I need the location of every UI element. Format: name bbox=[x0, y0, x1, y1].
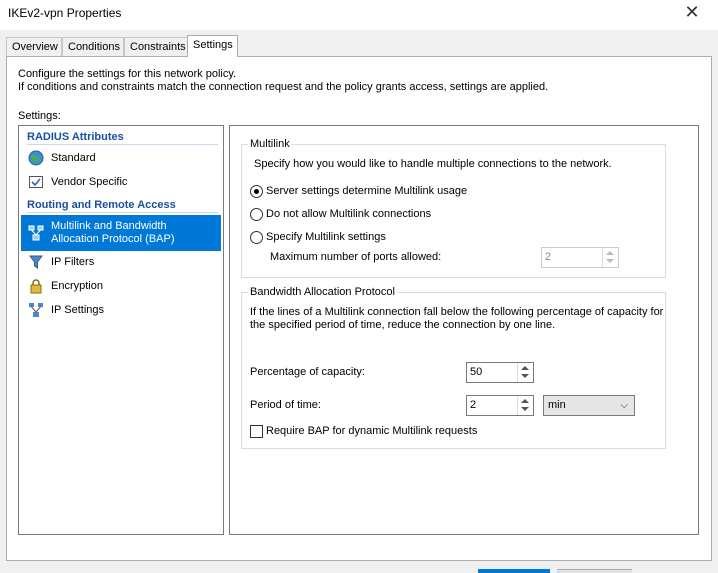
category-label: Routing and Remote Access bbox=[27, 199, 176, 211]
percentage-label: Percentage of capacity: bbox=[250, 366, 365, 378]
period-value: 2 bbox=[470, 399, 477, 411]
bap-description-line-1: If the lines of a Multilink connection f… bbox=[250, 306, 664, 318]
globe-icon bbox=[28, 150, 44, 166]
sidebar-item-label: IP Filters bbox=[51, 256, 95, 268]
bap-group-title: Bandwidth Allocation Protocol bbox=[248, 286, 397, 298]
arrow-down-icon bbox=[521, 374, 529, 378]
stepper-arrows[interactable] bbox=[517, 363, 533, 382]
sidebar-item-label-line-1: Multilink and Bandwidth bbox=[51, 220, 167, 232]
network-icon bbox=[28, 225, 44, 241]
sidebar-item-label: IP Settings bbox=[51, 304, 104, 316]
sidebar-item-encryption[interactable]: Encryption bbox=[21, 275, 221, 297]
sidebar-item-ip-settings[interactable]: IP Settings bbox=[21, 299, 221, 321]
arrow-down-icon bbox=[521, 407, 529, 411]
radio-specify-multilink[interactable] bbox=[250, 231, 263, 244]
network-icon bbox=[29, 303, 43, 317]
max-ports-value: 2 bbox=[545, 251, 552, 263]
percentage-stepper[interactable]: 50 bbox=[466, 362, 534, 383]
percentage-value: 50 bbox=[470, 366, 483, 378]
cancel-button-edge[interactable] bbox=[557, 569, 632, 573]
bap-description-line-2: the specified period of time, reduce the… bbox=[250, 319, 556, 331]
max-ports-label: Maximum number of ports allowed: bbox=[270, 251, 442, 263]
multilink-instruction: Specify how you would like to handle mul… bbox=[254, 158, 612, 170]
sidebar-item-ip-filters[interactable]: IP Filters bbox=[21, 251, 221, 273]
radio-server-settings-label: Server settings determine Multilink usag… bbox=[266, 185, 468, 197]
window-title: IKEv2-vpn Properties bbox=[8, 6, 122, 20]
sidebar-item-standard[interactable]: Standard bbox=[21, 147, 221, 169]
close-icon[interactable]: ✕ bbox=[678, 2, 706, 23]
radio-server-settings[interactable] bbox=[250, 185, 263, 198]
arrow-down-icon bbox=[606, 259, 614, 263]
arrow-up-icon bbox=[521, 399, 529, 403]
description-line-1: Configure the settings for this network … bbox=[18, 68, 237, 80]
stepper-arrows[interactable] bbox=[602, 248, 618, 267]
sidebar-item-label: Vendor Specific bbox=[51, 176, 128, 188]
sidebar-item-label: Encryption bbox=[51, 280, 103, 292]
category-label: RADIUS Attributes bbox=[27, 131, 124, 143]
lock-icon bbox=[30, 279, 42, 294]
stepper-arrows[interactable] bbox=[517, 396, 533, 415]
arrow-up-icon bbox=[521, 366, 529, 370]
sidebar-item-label: Standard bbox=[51, 152, 96, 164]
radio-specify-multilink-label: Specify Multilink settings bbox=[266, 231, 386, 243]
tab-overview[interactable]: Overview bbox=[6, 37, 62, 56]
sidebar-item-multilink-bap[interactable]: Multilink and Bandwidth Allocation Proto… bbox=[21, 215, 221, 251]
description-line-2: If conditions and constraints match the … bbox=[18, 81, 549, 93]
period-label: Period of time: bbox=[250, 399, 321, 411]
arrow-up-icon bbox=[606, 251, 614, 255]
filter-icon bbox=[29, 255, 43, 269]
require-bap-label: Require BAP for dynamic Multilink reques… bbox=[266, 425, 478, 437]
sidebar-item-label-line-2: Allocation Protocol (BAP) bbox=[51, 233, 175, 245]
max-ports-stepper[interactable]: 2 bbox=[541, 247, 619, 268]
tab-settings[interactable]: Settings bbox=[187, 35, 238, 57]
period-unit-select[interactable]: min ⌵ bbox=[543, 395, 635, 416]
chevron-down-icon: ⌵ bbox=[620, 400, 628, 411]
settings-label: Settings: bbox=[18, 110, 61, 122]
sidebar-item-vendor-specific[interactable]: Vendor Specific bbox=[21, 171, 221, 193]
tab-constraints[interactable]: Constraints bbox=[124, 37, 188, 56]
period-unit-value: min bbox=[548, 399, 566, 411]
category-radius-attributes: RADIUS Attributes bbox=[20, 129, 222, 145]
require-bap-checkbox[interactable] bbox=[250, 425, 263, 438]
period-stepper[interactable]: 2 bbox=[466, 395, 534, 416]
radio-no-multilink-label: Do not allow Multilink connections bbox=[266, 208, 432, 220]
category-routing-remote-access: Routing and Remote Access bbox=[20, 197, 222, 213]
checkbox-icon bbox=[29, 176, 43, 188]
multilink-group-title: Multilink bbox=[248, 138, 292, 150]
ok-button-edge[interactable] bbox=[478, 569, 550, 573]
radio-no-multilink[interactable] bbox=[250, 208, 263, 221]
panel-description: Configure the settings for this network … bbox=[18, 68, 548, 94]
bap-description: If the lines of a Multilink connection f… bbox=[250, 306, 663, 332]
settings-tree: RADIUS Attributes Standard Vendor Specif… bbox=[18, 125, 224, 535]
tab-conditions[interactable]: Conditions bbox=[62, 37, 124, 56]
